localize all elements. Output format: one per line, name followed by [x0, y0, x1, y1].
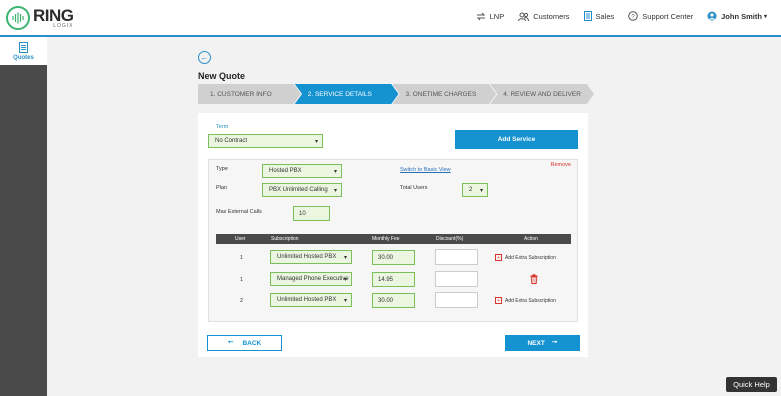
col-subscription: Subscription — [271, 236, 299, 242]
lnp-transfer-icon — [476, 12, 485, 20]
max-calls-label: Max External Calls — [216, 209, 262, 215]
wizard-steps: 1. CUSTOMER INFO 2. SERVICE DETAILS 3. O… — [198, 84, 594, 104]
arrow-right-icon: 🠖 — [551, 338, 558, 346]
nav-sales[interactable]: Sales — [583, 11, 615, 21]
ring-logix-logo[interactable]: RING LOGIX — [6, 6, 74, 30]
col-user: User — [235, 236, 246, 242]
arrow-left-icon: 🠔 — [227, 338, 234, 346]
service-panel: Remove Type Hosted PBX Switch to Basic V… — [208, 159, 578, 322]
row2-subscription-select[interactable]: Managed Phone Executive — [270, 272, 352, 286]
trash-icon[interactable] — [530, 274, 538, 284]
back-button[interactable]: 🠔 BACK — [207, 335, 282, 351]
nav-customers[interactable]: Customers — [518, 11, 570, 21]
row1-add-extra-subscription[interactable]: Add Extra Subscription — [505, 255, 556, 261]
remove-service-link[interactable]: Remove — [551, 162, 571, 168]
row2-user: 1 — [240, 277, 244, 283]
user-menu[interactable]: John Smith ▾ — [707, 11, 767, 21]
col-discount: Discount(%) — [436, 236, 464, 242]
subscription-table-header: User Subscription Monthly Fee Discount(%… — [216, 234, 571, 244]
max-external-calls-input[interactable]: 10 — [293, 206, 330, 221]
row3-subscription-select[interactable]: Unlimited Hosted PBX — [270, 293, 352, 307]
sidebar-item-quotes[interactable]: Quotes — [0, 37, 47, 65]
nav-customers-label: Customers — [533, 11, 570, 21]
term-select[interactable]: No Contract — [208, 134, 323, 148]
col-action: Action — [524, 236, 538, 242]
sidebar: Quotes — [0, 37, 47, 396]
back-button-label: BACK — [242, 339, 262, 347]
next-button-label: NEXT — [527, 339, 545, 347]
total-users-label: Total Users — [400, 185, 428, 191]
row1-monthly-fee-input[interactable]: 30.00 — [372, 250, 415, 265]
next-button[interactable]: NEXT 🠖 — [505, 335, 580, 351]
customers-icon — [518, 12, 530, 21]
nav-sales-label: Sales — [595, 11, 615, 21]
row1-subscription-select[interactable]: Unlimited Hosted PBX — [270, 250, 352, 264]
row3-discount-input[interactable] — [435, 292, 478, 308]
sales-document-icon — [583, 11, 592, 21]
switch-basic-view-link[interactable]: Switch to Basic View — [400, 167, 451, 173]
user-name: John Smith — [721, 11, 762, 21]
row3-monthly-fee-input[interactable]: 30.00 — [372, 293, 415, 308]
row1-user: 1 — [240, 255, 244, 261]
help-circle-icon: ? — [628, 11, 639, 21]
logo-sound-wave-icon — [6, 6, 30, 30]
step-onetime-charges[interactable]: 3. ONETIME CHARGES — [392, 84, 497, 104]
row1-discount-input[interactable] — [435, 249, 478, 265]
col-monthly-fee: Monthly Fee — [372, 236, 400, 242]
total-users-select[interactable]: 2 — [462, 183, 488, 197]
row3-user: 2 — [240, 298, 244, 304]
main-content: ← New Quote 1. CUSTOMER INFO 2. SERVICE … — [47, 37, 781, 396]
top-bar: RING LOGIX LNP Customers Sales ? Support… — [0, 0, 781, 37]
service-card: Term No Contract Add Service Remove Type… — [198, 113, 588, 357]
type-select[interactable]: Hosted PBX — [262, 164, 342, 178]
step-service-details[interactable]: 2. SERVICE DETAILS — [294, 84, 399, 104]
term-label: Term — [216, 124, 229, 130]
quick-help-button[interactable]: Quick Help — [726, 377, 777, 392]
add-service-button[interactable]: Add Service — [455, 130, 578, 149]
nav-support-center[interactable]: ? Support Center — [628, 11, 693, 21]
chevron-down-icon: ▾ — [763, 13, 767, 20]
nav-support-label: Support Center — [642, 11, 694, 21]
quotes-document-icon — [19, 41, 28, 53]
step-review-deliver[interactable]: 4. REVIEW AND DELIVER — [490, 84, 594, 104]
row2-monthly-fee-input[interactable]: 14.95 — [372, 272, 415, 287]
row2-discount-input[interactable] — [435, 271, 478, 287]
sidebar-item-label: Quotes — [13, 54, 34, 61]
nav-lnp[interactable]: LNP — [476, 11, 505, 21]
add-extra-icon[interactable]: + — [495, 297, 502, 304]
back-arrow-icon[interactable]: ← — [198, 51, 211, 64]
user-avatar-icon — [707, 11, 717, 21]
type-label: Type — [216, 166, 228, 172]
add-extra-icon[interactable]: + — [495, 254, 502, 261]
logo-name: RING — [33, 6, 74, 25]
plan-label: Plan — [216, 185, 228, 191]
plan-select[interactable]: PBX Unlimited Calling — [262, 183, 342, 197]
page-title: New Quote — [198, 71, 246, 81]
nav-lnp-label: LNP — [489, 11, 505, 21]
main-nav: LNP Customers Sales ? Support Center Joh… — [462, 11, 767, 21]
step-customer-info[interactable]: 1. CUSTOMER INFO — [198, 84, 301, 104]
row3-add-extra-subscription[interactable]: Add Extra Subscription — [505, 298, 556, 304]
